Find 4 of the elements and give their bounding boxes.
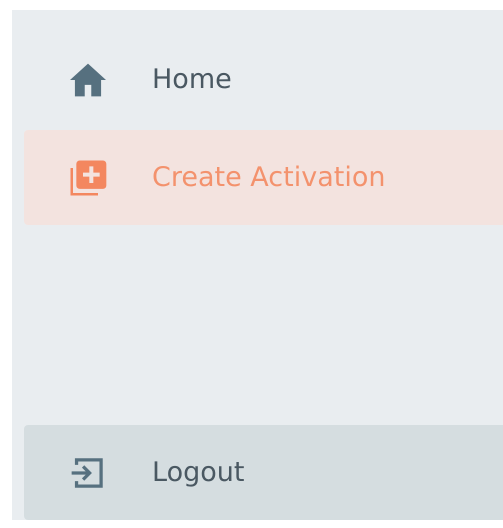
nav-item[interactable]: Home <box>24 32 503 127</box>
logout-button[interactable]: Logout <box>24 425 503 520</box>
add-stack-icon <box>68 158 108 198</box>
home-icon <box>68 62 108 98</box>
